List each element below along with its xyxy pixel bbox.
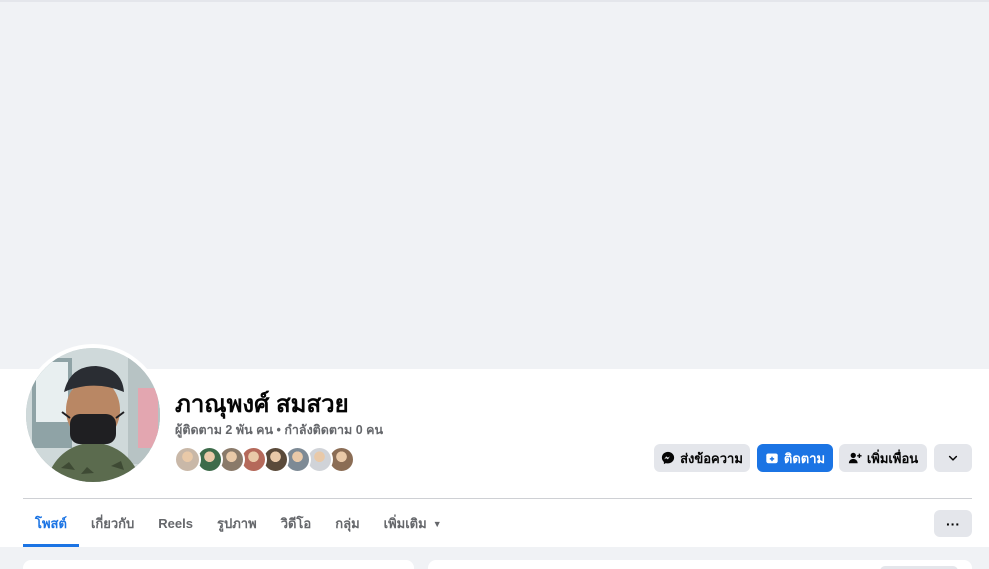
add-friend-icon	[848, 451, 862, 465]
message-button[interactable]: ส่งข้อความ	[654, 444, 750, 472]
follow-button[interactable]: ติดตาม	[757, 444, 833, 472]
intro-card	[23, 560, 414, 569]
tab-reels[interactable]: Reels	[146, 500, 205, 547]
tab-label: รูปภาพ	[217, 516, 257, 531]
follow-icon	[765, 451, 779, 465]
tab-posts[interactable]: โพสต์	[23, 500, 79, 547]
tab-label: เพิ่มเติม	[383, 516, 427, 531]
profile-photo-image	[26, 348, 160, 482]
friend-avatar-1[interactable]	[174, 446, 201, 473]
tab-photos[interactable]: รูปภาพ	[205, 500, 269, 547]
profile-name: ภาณุพงศ์ สมสวย	[175, 391, 349, 418]
tab-groups[interactable]: กลุ่ม	[323, 500, 371, 547]
follow-button-label: ติดตาม	[783, 450, 826, 466]
profile-picture[interactable]	[22, 344, 164, 486]
header-divider	[23, 498, 972, 499]
friend-avatar-list[interactable]	[174, 446, 355, 473]
tab-label: โพสต์	[35, 516, 67, 531]
tab-about[interactable]: เกี่ยวกับ	[79, 500, 146, 547]
chevron-down-icon	[947, 452, 959, 464]
cover-photo[interactable]	[0, 0, 989, 369]
tab-label: Reels	[158, 516, 193, 531]
message-button-label: ส่งข้อความ	[680, 450, 743, 466]
tab-more[interactable]: เพิ่มเติม ▼	[372, 500, 454, 547]
avatar	[26, 348, 160, 482]
messenger-icon	[661, 451, 675, 465]
tab-videos[interactable]: วิดีโอ	[269, 500, 324, 547]
more-options-button[interactable]	[934, 444, 972, 472]
tab-label: เกี่ยวกับ	[90, 516, 135, 531]
add-friend-button[interactable]: เพิ่มเพื่อน	[839, 444, 927, 472]
caret-down-icon: ▼	[432, 518, 442, 529]
follower-stats[interactable]: ผู้ติดตาม 2 พัน คน • กำลังติดตาม 0 คน	[175, 421, 383, 439]
more-dots-icon: ···	[946, 515, 960, 532]
tabs-overflow-button[interactable]: ···	[934, 510, 972, 537]
tab-label: กลุ่ม	[335, 516, 360, 531]
add-friend-button-label: เพิ่มเพื่อน	[866, 450, 919, 466]
profile-tabs: โพสต์ เกี่ยวกับ Reels รูปภาพ วิดีโอ กลุ่…	[23, 500, 454, 547]
tab-label: วิดีโอ	[280, 516, 312, 531]
